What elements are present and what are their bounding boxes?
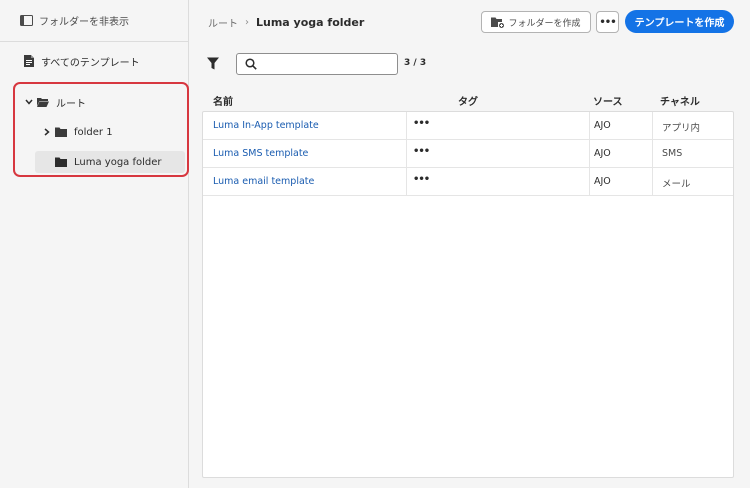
channel-value: メール: [662, 179, 691, 190]
channel-cell: アプリ内: [652, 112, 733, 139]
channel-cell: SMS: [652, 140, 733, 167]
table-row[interactable]: Luma In-App template ••• AJO アプリ内: [203, 112, 733, 140]
breadcrumb: ルート › Luma yoga folder: [208, 14, 364, 30]
breadcrumb-separator-icon: ›: [245, 16, 249, 28]
hide-folders-label: フォルダーを非表示: [39, 17, 129, 28]
folder-add-icon: [491, 17, 505, 28]
column-header-tags[interactable]: タグ: [458, 93, 478, 108]
table-row[interactable]: Luma email template ••• AJO メール: [203, 168, 733, 196]
filter-icon[interactable]: [207, 57, 219, 70]
chevron-down-icon[interactable]: [24, 97, 34, 107]
template-name-link[interactable]: Luma email template: [213, 176, 314, 187]
results-count: 3 / 3: [404, 58, 427, 68]
table-row[interactable]: Luma SMS template ••• AJO SMS: [203, 140, 733, 168]
tags-cell: •••: [406, 140, 590, 167]
column-header-source[interactable]: ソース: [593, 93, 623, 108]
tree-item-label: folder 1: [74, 126, 113, 138]
folder-icon: [55, 157, 67, 167]
folder-icon: [55, 127, 67, 137]
folder-open-icon: [37, 97, 49, 107]
create-folder-button[interactable]: フォルダーを作成: [481, 11, 591, 33]
tags-more-button[interactable]: •••: [413, 118, 430, 129]
search-field: [236, 53, 398, 75]
breadcrumb-current: Luma yoga folder: [256, 15, 365, 29]
channel-cell: メール: [652, 168, 733, 195]
tree-item-root[interactable]: ルート: [24, 94, 86, 110]
channel-value: SMS: [662, 148, 683, 159]
all-templates-item[interactable]: すべてのテンプレート: [0, 50, 189, 72]
template-name-link[interactable]: Luma SMS template: [213, 148, 308, 159]
tags-cell: •••: [406, 168, 590, 195]
column-header-name[interactable]: 名前: [213, 93, 233, 108]
search-icon: [245, 58, 257, 70]
chevron-right-icon[interactable]: [42, 127, 52, 137]
tags-more-button[interactable]: •••: [413, 146, 430, 157]
hide-folders-button[interactable]: フォルダーを非表示: [0, 0, 189, 42]
channel-value: アプリ内: [662, 123, 701, 134]
source-cell: AJO: [594, 176, 611, 187]
templates-table: Luma In-App template ••• AJO アプリ内 Luma S…: [202, 111, 734, 478]
all-templates-label: すべてのテンプレート: [41, 57, 140, 69]
document-icon: [24, 55, 34, 67]
breadcrumb-root-link[interactable]: ルート: [208, 15, 238, 30]
tags-cell: •••: [406, 112, 590, 139]
more-actions-button[interactable]: •••: [596, 11, 619, 33]
template-name-link[interactable]: Luma In-App template: [213, 120, 319, 131]
tree-item-folder-1[interactable]: folder 1: [42, 124, 113, 140]
create-template-button[interactable]: テンプレートを作成: [625, 10, 734, 33]
create-folder-label: フォルダーを作成: [508, 18, 581, 29]
column-header-channel[interactable]: チャネル: [660, 93, 700, 108]
tree-item-luma-yoga-folder[interactable]: Luma yoga folder: [35, 151, 185, 173]
panel-icon: [20, 15, 33, 26]
search-input[interactable]: [263, 56, 393, 72]
tree-item-label: Luma yoga folder: [74, 156, 162, 168]
table-header: 名前 タグ ソース チャネル: [202, 90, 734, 110]
source-cell: AJO: [594, 120, 611, 131]
source-cell: AJO: [594, 148, 611, 159]
tags-more-button[interactable]: •••: [413, 174, 430, 185]
sidebar: フォルダーを非表示 すべてのテンプレート ルート folder 1 Luma y…: [0, 0, 189, 488]
tree-item-label: ルート: [56, 98, 86, 110]
